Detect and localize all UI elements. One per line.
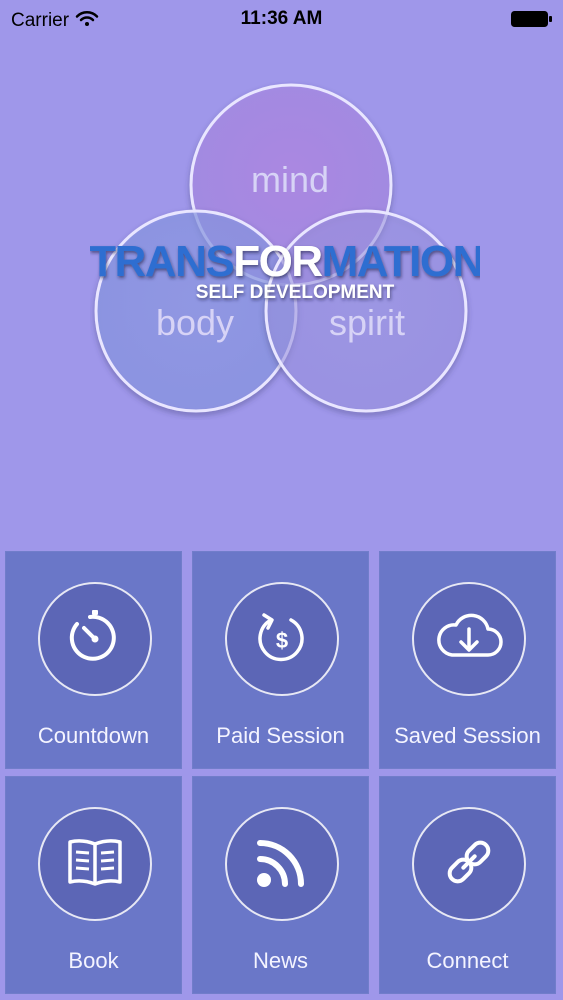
book-icon [66,836,124,893]
book-label: Book [68,948,119,973]
news-label: News [252,948,308,973]
link-icon [441,834,497,895]
svg-text:$: $ [275,628,287,653]
saved-session-label: Saved Session [394,723,541,748]
paid-session-tile[interactable]: $ Paid Session [192,551,369,769]
countdown-tile[interactable]: Countdown [5,551,182,769]
status-time: 11:36 AM [240,8,323,29]
connect-label: Connect [426,948,509,973]
countdown-label: Countdown [37,723,150,748]
tile-icon-circle [411,807,526,921]
logo-title-part-mation: MATION [322,237,480,286]
status-bar: Carrier 11:36 AM [0,0,563,40]
tile-icon-circle [37,807,152,921]
saved-session-tile[interactable]: Saved Session [379,551,556,769]
rss-icon [254,834,310,895]
news-tile[interactable]: News [192,776,369,994]
logo-title: TRANSFORMATION [90,237,480,286]
mind-label: mind [251,159,329,200]
paid-session-icon: $ [253,608,311,671]
book-tile[interactable]: Book [5,776,182,994]
battery-icon [511,11,552,27]
body-label: body [156,302,234,343]
hero-logo: mind body spirit TRANSFORMATION SELF DEV… [89,80,484,420]
cloud-download-icon [434,611,504,668]
tile-icon-circle [411,582,526,696]
timer-icon [66,608,124,671]
tile-icon-circle [224,807,339,921]
connect-tile[interactable]: Connect [379,776,556,994]
spirit-label: spirit [329,302,405,343]
tile-icon-circle [37,582,152,696]
tile-icon-circle: $ [224,582,339,696]
logo-subtitle: SELF DEVELOPMENT [196,282,395,303]
logo-title-part-trans: TRANS [90,237,233,286]
paid-session-label: Paid Session [216,723,345,748]
logo-title-part-for: FOR [233,237,322,286]
